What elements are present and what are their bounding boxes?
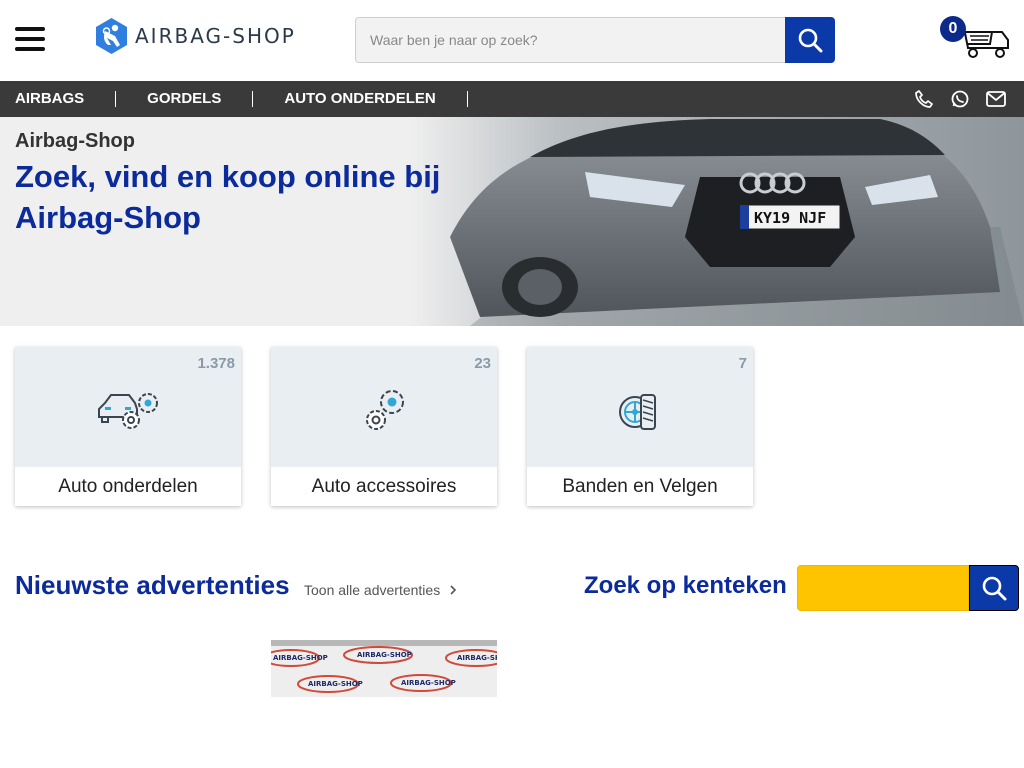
category-label: Auto onderdelen — [58, 476, 198, 497]
plate-search-button[interactable] — [969, 565, 1019, 611]
category-label: Banden en Velgen — [562, 476, 718, 497]
main-navigation: AIRBAGS GORDELS AUTO ONDERDELEN — [0, 81, 1024, 117]
category-card-banden-en-velgen[interactable]: 7 Banden en Velgen — [527, 347, 753, 506]
car-gears-icon — [98, 393, 158, 429]
menu-icon[interactable] — [15, 27, 45, 51]
svg-text:AIRBAG-SHOP: AIRBAG-SHOP — [273, 654, 328, 662]
wheel-tire-icon — [619, 394, 656, 430]
svg-text:AIRBAG-SHOP: AIRBAG-SHOP — [357, 651, 412, 659]
phone-icon[interactable] — [914, 89, 934, 109]
category-card-auto-accessoires[interactable]: 23 Auto accessoires — [271, 347, 497, 506]
hero-title: Zoek, vind en koop online bij Airbag-Sho… — [15, 159, 441, 235]
svg-text:AIRBAG-SHOP: AIRBAG-SHOP — [457, 654, 497, 662]
hero-car-image: KY19 NJF — [410, 117, 1024, 326]
site-logo[interactable]: AIRBAG-SHOP — [94, 16, 296, 56]
category-label: Auto accessoires — [311, 476, 457, 497]
nav-item-auto-onderdelen[interactable]: AUTO ONDERDELEN — [253, 91, 468, 107]
search-input[interactable] — [355, 17, 785, 63]
whatsapp-icon[interactable] — [950, 89, 970, 109]
nav-item-airbags[interactable]: AIRBAGS — [0, 91, 117, 107]
view-all-ads-label: Toon alle advertenties — [304, 582, 441, 598]
card-image-area: 23 — [271, 347, 497, 467]
ad-thumbnail[interactable]: AIRBAG-SHOP AIRBAG-SHOP AIRBAG-SHOP AIRB… — [271, 640, 497, 697]
svg-text:AIRBAG-SHOP: AIRBAG-SHOP — [308, 680, 363, 688]
plate-search-title: Zoek op kenteken — [584, 572, 787, 599]
chevron-right-icon — [450, 585, 457, 595]
ad-watermark-image: AIRBAG-SHOP AIRBAG-SHOP AIRBAG-SHOP AIRB… — [271, 640, 497, 697]
search-button[interactable] — [785, 17, 835, 63]
hero-banner: KY19 NJF Airbag-Shop Zoek, vind en koop … — [0, 117, 1024, 326]
category-count: 1.378 — [197, 355, 235, 372]
search-icon — [798, 28, 823, 53]
contact-icons — [914, 81, 1006, 117]
license-plate-text: KY19 NJF — [754, 209, 826, 227]
hero-subtitle: Airbag-Shop — [15, 130, 135, 152]
mail-icon[interactable] — [986, 89, 1006, 109]
cart-count-badge: 0 — [940, 16, 966, 42]
license-plate-input[interactable] — [797, 565, 969, 611]
newest-ads-title: Nieuwste advertenties — [15, 570, 290, 600]
gears-icon — [366, 390, 404, 430]
svg-text:AIRBAG-SHOP: AIRBAG-SHOP — [401, 679, 456, 687]
card-image-area: 7 — [527, 347, 753, 467]
site-header: AIRBAG-SHOP 0 — [0, 0, 1024, 81]
search-icon — [982, 576, 1007, 601]
category-count: 23 — [474, 355, 491, 372]
airbag-logo-icon — [96, 18, 127, 54]
logo-text: AIRBAG-SHOP — [135, 24, 296, 48]
view-all-ads-link[interactable]: Toon alle advertenties — [304, 582, 458, 598]
nav-item-gordels[interactable]: GORDELS — [116, 91, 254, 107]
category-card-auto-onderdelen[interactable]: 1.378 Auto onderdelen — [15, 347, 241, 506]
cart-button[interactable]: 0 — [940, 16, 1012, 62]
card-image-area: 1.378 — [15, 347, 241, 467]
search-bar — [355, 17, 835, 63]
category-count: 7 — [738, 355, 747, 372]
